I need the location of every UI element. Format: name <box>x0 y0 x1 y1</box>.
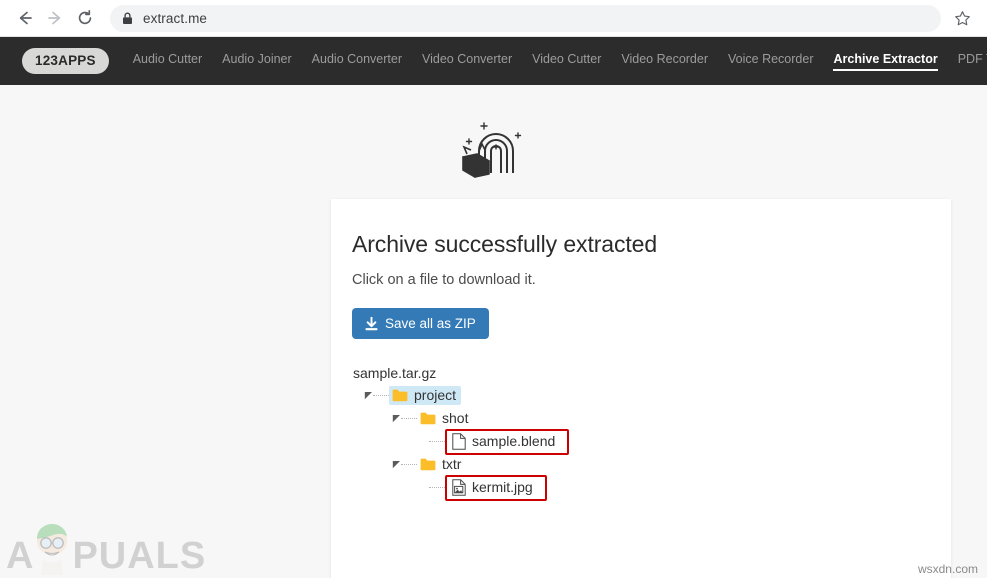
download-icon <box>365 317 378 331</box>
save-all-as-zip-button[interactable]: Save all as ZIP <box>352 308 489 339</box>
expander-triangle-icon[interactable] <box>364 391 373 400</box>
browser-window: extract.me 123APPS Audio Cutter Audio Jo… <box>0 0 987 581</box>
tree-connector <box>401 464 417 465</box>
page-content: Archive successfully extracted Click on … <box>0 85 987 581</box>
appuals-mascot-icon <box>30 519 74 577</box>
browser-toolbar: extract.me <box>0 0 987 37</box>
nav-links: Audio Cutter Audio Joiner Audio Converte… <box>133 52 987 71</box>
tree-node-label: shot <box>442 410 468 426</box>
address-bar[interactable]: extract.me <box>110 5 941 32</box>
back-button[interactable] <box>10 3 40 33</box>
tree-connector <box>401 418 417 419</box>
nav-item-audio-cutter[interactable]: Audio Cutter <box>133 52 202 71</box>
file-tree: sample.tar.gz <box>352 361 930 499</box>
wsxdn-watermark: wsxdn.com <box>918 562 978 576</box>
file-icon <box>452 433 466 450</box>
url-text: extract.me <box>143 11 207 26</box>
tree-connector <box>429 441 445 442</box>
nav-item-video-cutter[interactable]: Video Cutter <box>532 52 601 71</box>
tree-row[interactable]: kermit.jpg <box>352 476 930 499</box>
archive-name: sample.tar.gz <box>352 365 436 381</box>
nav-item-audio-joiner[interactable]: Audio Joiner <box>222 52 292 71</box>
expander-triangle-icon[interactable] <box>392 414 401 423</box>
tree-row[interactable]: sample.blend <box>352 430 930 453</box>
bookmark-button[interactable] <box>947 3 977 33</box>
box-with-rainbow-icon <box>455 117 533 179</box>
reload-button[interactable] <box>70 3 100 33</box>
tree-node-kermit-jpg[interactable]: kermit.jpg <box>445 475 547 501</box>
nav-item-audio-converter[interactable]: Audio Converter <box>312 52 402 71</box>
expander-triangle-icon[interactable] <box>392 460 401 469</box>
tree-node-txtr[interactable]: txtr <box>417 455 466 474</box>
result-card: Archive successfully extracted Click on … <box>331 199 951 581</box>
reload-icon <box>76 9 94 27</box>
tree-node-label: project <box>414 387 456 403</box>
image-file-icon <box>452 479 466 496</box>
tree-node-label: sample.blend <box>472 433 555 449</box>
tree-node-label: kermit.jpg <box>472 479 533 495</box>
tree-row[interactable]: project <box>352 384 930 407</box>
nav-item-pdf-tools[interactable]: PDF Tools <box>958 52 987 71</box>
appuals-watermark: A PUALS <box>6 519 206 575</box>
brand-logo[interactable]: 123APPS <box>22 48 109 74</box>
lock-icon <box>122 12 133 25</box>
folder-icon <box>392 389 408 402</box>
nav-item-video-converter[interactable]: Video Converter <box>422 52 512 71</box>
tree-row[interactable]: shot <box>352 407 930 430</box>
tree-node-label: txtr <box>442 456 461 472</box>
tree-connector <box>373 395 389 396</box>
star-outline-icon <box>954 10 971 27</box>
tree-root-row: sample.tar.gz <box>352 361 930 384</box>
tree-row[interactable]: txtr <box>352 453 930 476</box>
tree-node-shot[interactable]: shot <box>417 409 473 428</box>
tree-node-sample-blend[interactable]: sample.blend <box>445 429 569 455</box>
forward-button[interactable] <box>40 3 70 33</box>
nav-item-voice-recorder[interactable]: Voice Recorder <box>728 52 813 71</box>
arrow-left-icon <box>16 9 34 27</box>
page-title: Archive successfully extracted <box>352 231 930 258</box>
nav-item-video-recorder[interactable]: Video Recorder <box>621 52 708 71</box>
appuals-watermark-text: PUALS <box>72 537 206 575</box>
save-all-as-zip-label: Save all as ZIP <box>385 316 476 331</box>
arrow-right-icon <box>46 9 64 27</box>
hero-illustration <box>0 117 987 179</box>
folder-icon <box>420 412 436 425</box>
tree-node-project[interactable]: project <box>389 386 461 405</box>
page-subtitle: Click on a file to download it. <box>352 272 930 288</box>
tree-connector <box>429 487 445 488</box>
folder-icon <box>420 458 436 471</box>
nav-item-archive-extractor[interactable]: Archive Extractor <box>833 52 937 71</box>
site-navigation: 123APPS Audio Cutter Audio Joiner Audio … <box>0 37 987 85</box>
